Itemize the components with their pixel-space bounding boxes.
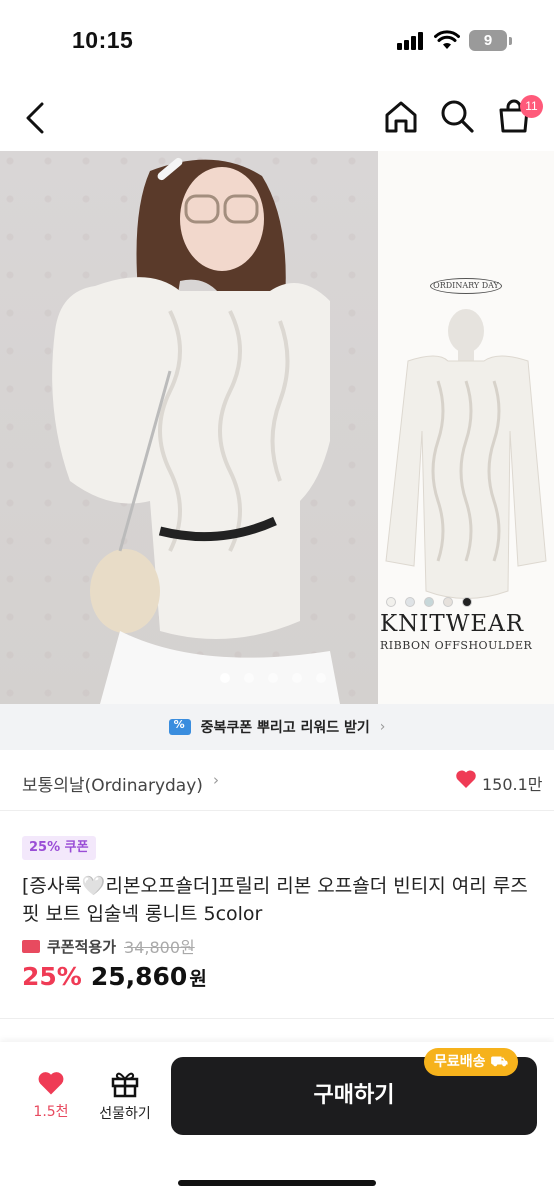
color-swatch xyxy=(462,597,472,607)
color-swatch xyxy=(405,597,415,607)
truck-icon: ⛟ xyxy=(490,1054,509,1070)
store-row[interactable]: 보통의날(Ordinaryday) › 150.1만 xyxy=(0,750,554,811)
coupon-price-label: 쿠폰적용가 xyxy=(47,937,117,956)
chevron-right-icon: › xyxy=(379,719,386,735)
battery-icon: 9 xyxy=(469,30,507,51)
store-name[interactable]: 보통의날(Ordinaryday) xyxy=(22,771,203,796)
top-nav xyxy=(0,84,554,152)
free-shipping-label: 무료배송 xyxy=(434,1054,486,1070)
gift-label: 선물하기 xyxy=(99,1106,151,1122)
pager-dot[interactable] xyxy=(244,673,254,683)
battery-tip xyxy=(509,37,512,45)
brand-logo: ORDINARY DAY xyxy=(430,278,502,294)
coupon-tag: 25% 쿠폰 xyxy=(22,836,96,860)
gift-button[interactable]: 선물하기 xyxy=(92,1070,158,1130)
color-swatches xyxy=(386,592,481,611)
home-indicator xyxy=(178,1180,376,1186)
knitwear-title: KNITWEAR xyxy=(380,611,525,637)
heart-icon xyxy=(38,1072,64,1095)
discount-rate: 25% xyxy=(22,962,82,991)
carousel-pager xyxy=(220,668,340,687)
product-title: [증사룩🤍리본오프숄더]프릴리 리본 오프숄더 빈티지 여리 루즈핏 보트 입술… xyxy=(22,875,528,925)
color-swatch xyxy=(443,597,453,607)
status-time: 10:15 xyxy=(72,27,134,53)
back-arrow-icon[interactable] xyxy=(20,98,50,138)
signal-icon xyxy=(397,32,425,50)
coupon-banner-text: 중복쿠폰 뿌리고 리워드 받기 xyxy=(200,720,370,736)
store-like-count: 150.1만 xyxy=(482,775,543,794)
free-shipping-badge: 무료배송 ⛟ xyxy=(424,1048,519,1076)
search-icon[interactable] xyxy=(438,97,476,135)
color-swatch xyxy=(424,597,434,607)
color-swatch xyxy=(386,597,396,607)
chevron-right-icon: › xyxy=(213,771,219,789)
knitwear-subtitle: RIBBON OFFSHOULDER xyxy=(380,639,533,652)
like-count: 1.5천 xyxy=(33,1104,69,1120)
status-bar: 10:15 9 xyxy=(0,0,554,84)
pager-dot[interactable] xyxy=(268,673,278,683)
currency-unit: 원 xyxy=(189,968,207,990)
pager-dot[interactable] xyxy=(220,673,230,683)
final-price: 25,860 xyxy=(90,962,188,991)
model-photo xyxy=(0,151,378,704)
divider xyxy=(0,1018,554,1019)
coupon-reward-banner[interactable]: 중복쿠폰 뿌리고 리워드 받기 › xyxy=(0,704,554,750)
like-button[interactable]: 1.5천 xyxy=(22,1070,80,1130)
coupon-ticket-icon xyxy=(168,718,191,735)
wifi-icon xyxy=(434,30,460,49)
coupon-icon xyxy=(22,939,40,953)
pager-dot[interactable] xyxy=(316,673,326,683)
coupon-price-row: 쿠폰적용가 34,800원 xyxy=(22,934,195,958)
model-illustration xyxy=(52,157,340,704)
gift-icon xyxy=(111,1072,139,1098)
original-price: 34,800원 xyxy=(124,938,195,957)
product-image-carousel[interactable]: ORDINARY DAY KNITWEAR RIBBON OFFSHOULDER xyxy=(0,151,554,704)
home-icon[interactable] xyxy=(382,98,420,136)
pager-dot[interactable] xyxy=(292,673,302,683)
price-row: 25% 25,860 원 xyxy=(22,962,207,991)
heart-icon[interactable] xyxy=(455,769,477,789)
cart-badge: 11 xyxy=(520,95,543,118)
